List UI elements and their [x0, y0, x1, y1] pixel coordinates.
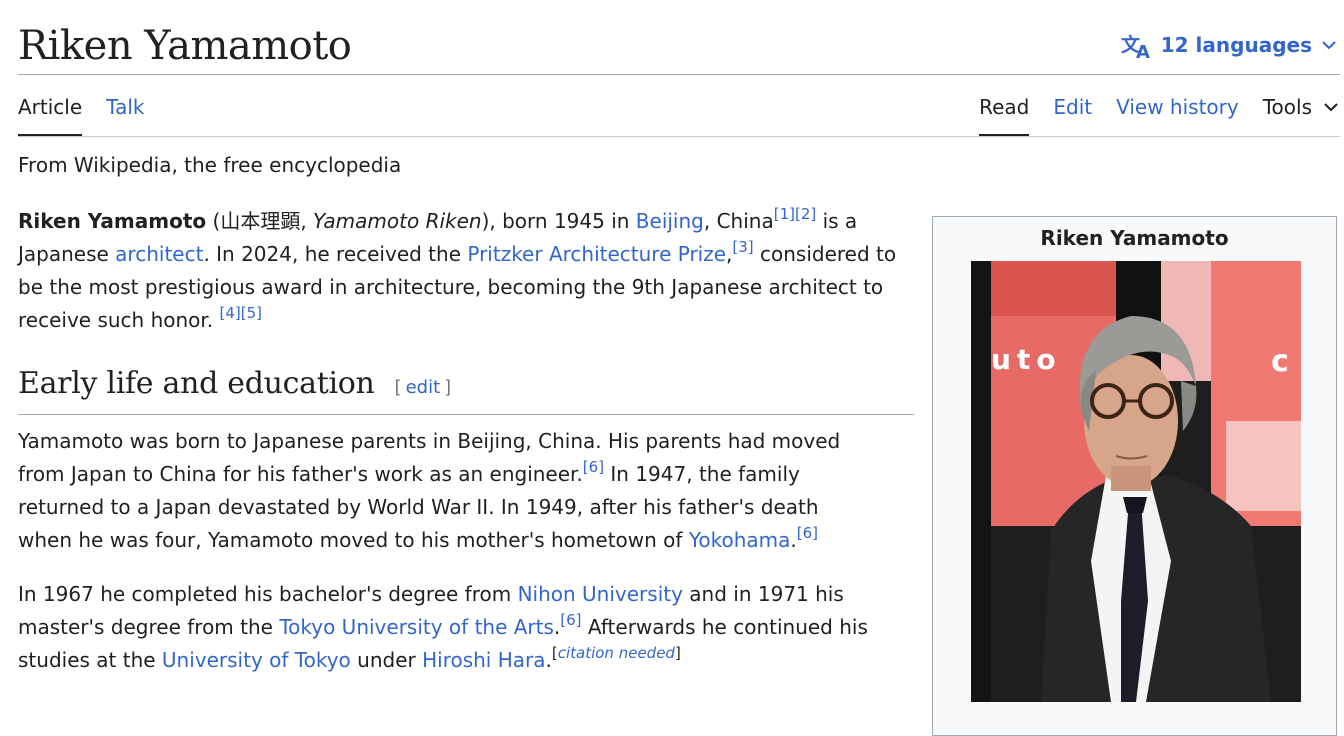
citation-needed-link[interactable]: citation needed	[558, 644, 675, 662]
section-title: Early life and education	[18, 366, 375, 401]
languages-label: 12 languages	[1160, 33, 1312, 57]
romaji-name: Yamamoto Riken	[313, 209, 482, 233]
portrait-image: uto c	[971, 261, 1301, 702]
title-divider	[18, 74, 1340, 75]
languages-button[interactable]: 文 A 12 languages	[1121, 30, 1338, 60]
svg-text:A: A	[1136, 42, 1150, 59]
tab-view-history[interactable]: View history	[1116, 90, 1239, 136]
portrait-photo[interactable]: uto c	[971, 261, 1301, 702]
view-tabs: Read Edit View history Tools	[979, 90, 1340, 137]
chevron-down-icon	[1322, 41, 1336, 50]
link-nihon-university[interactable]: Nihon University	[518, 582, 683, 606]
namespace-tabs: Article Talk	[18, 90, 144, 137]
tools-label: Tools	[1262, 95, 1312, 119]
link-architect[interactable]: architect	[115, 242, 203, 266]
tab-article[interactable]: Article	[18, 90, 83, 137]
ref-6[interactable]: [6]	[797, 524, 818, 542]
ref-4[interactable]: [4]	[220, 304, 241, 322]
early-life-paragraph-2: In 1967 he completed his bachelor's degr…	[18, 582, 868, 672]
translate-icon: 文 A	[1121, 33, 1150, 59]
ref-1[interactable]: [1]	[774, 205, 795, 223]
link-hiroshi-hara[interactable]: Hiroshi Hara	[422, 648, 545, 672]
tab-talk[interactable]: Talk	[106, 90, 144, 136]
svg-text:uto: uto	[991, 343, 1062, 376]
ref-6[interactable]: [6]	[560, 611, 581, 629]
link-pritzker-prize[interactable]: Pritzker Architecture Prize	[467, 242, 726, 266]
ref-6[interactable]: [6]	[583, 458, 604, 476]
ref-3[interactable]: [3]	[732, 238, 753, 256]
intro-paragraph: Riken Yamamoto (山本理顕, Yamamoto Riken), b…	[18, 205, 897, 332]
infobox-title: Riken Yamamoto	[1040, 226, 1229, 250]
article-body: Riken Yamamoto (山本理顕, Yamamoto Riken), b…	[18, 205, 918, 698]
link-yokohama[interactable]: Yokohama	[689, 528, 791, 552]
ref-5[interactable]: [5]	[241, 304, 262, 322]
tab-read[interactable]: Read	[979, 90, 1030, 137]
site-tagline: From Wikipedia, the free encyclopedia	[18, 153, 402, 177]
link-beijing[interactable]: Beijing	[636, 209, 704, 233]
section-edit: [edit]	[394, 377, 452, 398]
section-edit-link[interactable]: edit	[406, 377, 441, 398]
chevron-down-icon	[1324, 103, 1338, 112]
infobox: Riken Yamamoto uto c	[932, 216, 1337, 736]
svg-text:c: c	[1271, 344, 1289, 379]
tools-menu[interactable]: Tools	[1263, 90, 1340, 124]
infobox-born-row	[943, 711, 1323, 721]
tab-edit[interactable]: Edit	[1053, 90, 1092, 136]
native-name: 山本理顕	[220, 209, 301, 233]
subject-name: Riken Yamamoto	[18, 209, 207, 233]
link-university-of-tokyo[interactable]: University of Tokyo	[162, 648, 351, 672]
page-title: Riken Yamamoto	[18, 23, 352, 69]
early-life-paragraph-1: Yamamoto was born to Japanese parents in…	[18, 429, 841, 552]
section-heading: Early life and education [edit]	[18, 358, 914, 415]
tabs-divider	[18, 136, 1340, 137]
ref-2[interactable]: [2]	[795, 205, 816, 223]
link-tokyo-university-of-the-arts[interactable]: Tokyo University of the Arts	[279, 615, 554, 639]
